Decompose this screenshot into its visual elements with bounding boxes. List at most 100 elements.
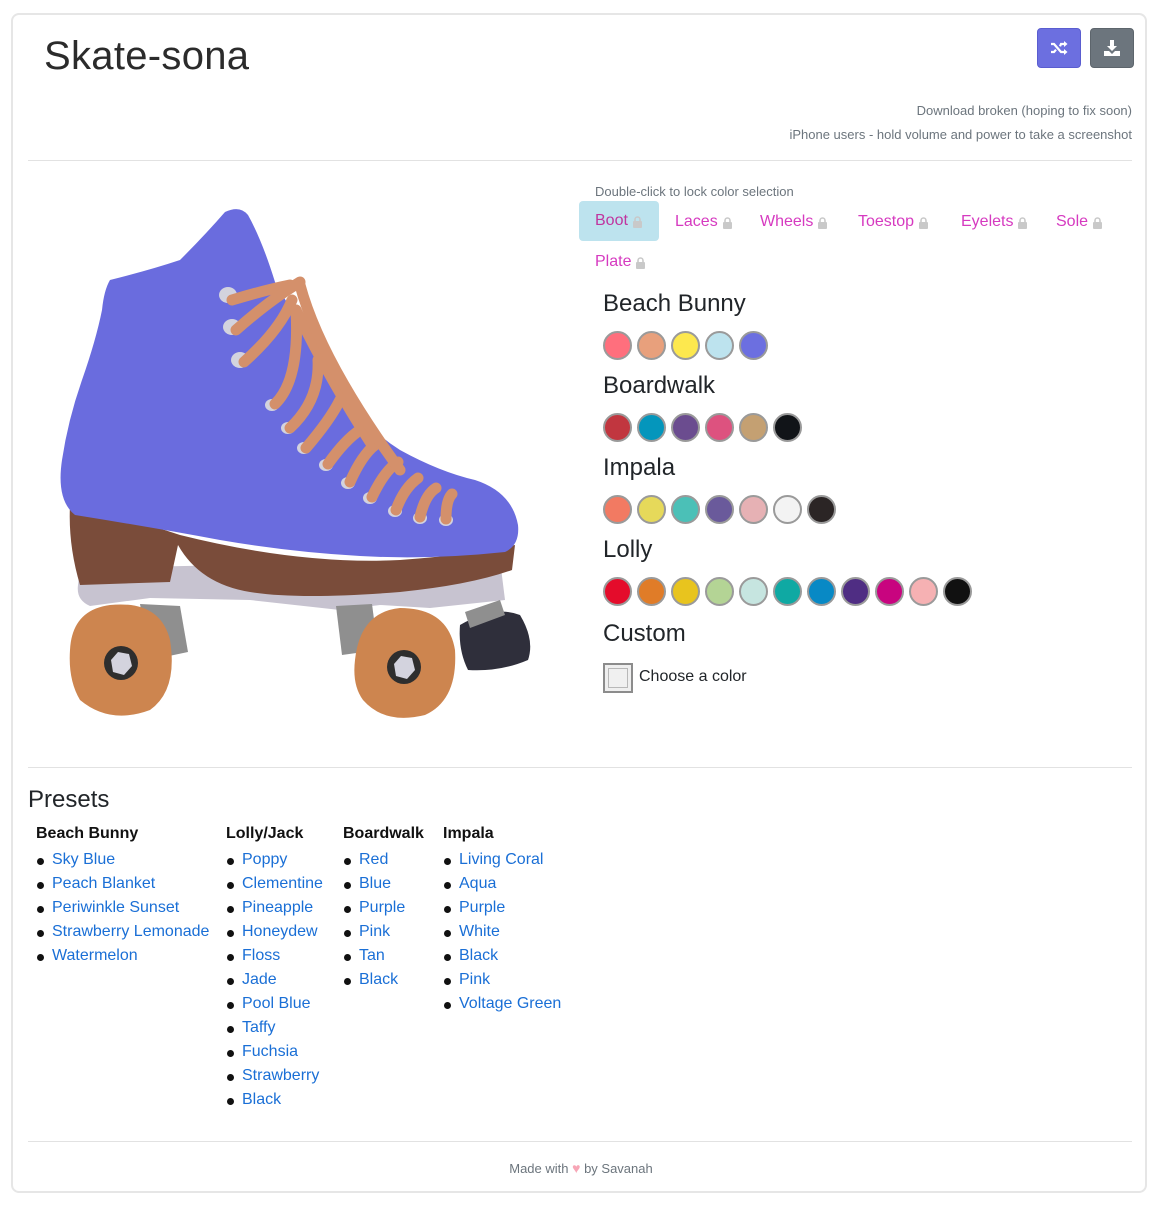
color-swatch[interactable] xyxy=(943,577,972,606)
color-swatch[interactable] xyxy=(739,413,768,442)
preset-list: Living Coral Aqua Purple White Black Pink Volt… xyxy=(443,848,561,1016)
shuffle-button[interactable] xyxy=(1037,28,1081,68)
lock-icon[interactable] xyxy=(635,256,646,269)
shuffle-icon xyxy=(1051,41,1068,55)
preset-link[interactable]: Watermelon xyxy=(52,947,138,964)
color-swatch[interactable] xyxy=(773,413,802,442)
tab-laces[interactable]: Laces xyxy=(659,203,749,241)
palette-swatches xyxy=(603,495,836,524)
palette-title: Beach Bunny xyxy=(603,290,746,317)
tab-label: Laces xyxy=(675,213,718,230)
color-swatch[interactable] xyxy=(807,495,836,524)
preset-link[interactable]: Strawberry xyxy=(242,1067,319,1084)
preset-link[interactable]: Blue xyxy=(359,875,391,892)
tab-wheels[interactable]: Wheels xyxy=(744,203,844,241)
tab-label: Toestop xyxy=(858,213,915,230)
preset-link[interactable]: Floss xyxy=(242,947,280,964)
preset-link[interactable]: Clementine xyxy=(242,875,323,892)
preset-item: Voltage Green xyxy=(443,992,561,1016)
color-swatch[interactable] xyxy=(739,495,768,524)
preset-link[interactable]: Pink xyxy=(359,923,390,940)
preset-link[interactable]: Pink xyxy=(459,971,490,988)
palette-title: Boardwalk xyxy=(603,372,716,399)
color-swatch[interactable] xyxy=(705,495,734,524)
preset-link[interactable]: Black xyxy=(459,947,498,964)
tab-toestop[interactable]: Toestop xyxy=(842,203,945,241)
color-swatch[interactable] xyxy=(739,331,768,360)
color-swatch[interactable] xyxy=(671,413,700,442)
color-swatch[interactable] xyxy=(637,495,666,524)
color-swatch[interactable] xyxy=(637,413,666,442)
preset-link[interactable]: Taffy xyxy=(242,1019,276,1036)
lock-icon[interactable] xyxy=(722,216,733,229)
color-swatch[interactable] xyxy=(705,413,734,442)
lock-hint: Double-click to lock color selection xyxy=(595,184,794,199)
lock-icon[interactable] xyxy=(1017,216,1028,229)
tab-label: Eyelets xyxy=(961,213,1014,230)
lock-icon[interactable] xyxy=(918,216,929,229)
preset-link[interactable]: Black xyxy=(242,1091,281,1108)
preset-link[interactable]: Black xyxy=(359,971,398,988)
tab-label: Sole xyxy=(1056,213,1089,230)
skate-illustration xyxy=(60,209,531,718)
preset-link[interactable]: Living Coral xyxy=(459,851,543,868)
preset-link[interactable]: Purple xyxy=(459,899,505,916)
color-swatch[interactable] xyxy=(773,495,802,524)
tab-sole[interactable]: Sole xyxy=(1040,203,1119,241)
preset-link[interactable]: Tan xyxy=(359,947,385,964)
color-swatch[interactable] xyxy=(671,577,700,606)
preset-link[interactable]: Jade xyxy=(242,971,277,988)
preset-link[interactable]: Red xyxy=(359,851,388,868)
preset-link[interactable]: Honeydew xyxy=(242,923,318,940)
color-swatch[interactable] xyxy=(603,495,632,524)
preset-link[interactable]: Poppy xyxy=(242,851,287,868)
preset-link[interactable]: Pineapple xyxy=(242,899,313,916)
color-swatch[interactable] xyxy=(705,577,734,606)
color-swatch[interactable] xyxy=(807,577,836,606)
color-swatch[interactable] xyxy=(603,413,632,442)
color-swatch[interactable] xyxy=(841,577,870,606)
heart-icon: ♥ xyxy=(572,1160,581,1176)
color-swatch[interactable] xyxy=(909,577,938,606)
preset-link[interactable]: Periwinkle Sunset xyxy=(52,899,179,916)
lock-icon[interactable] xyxy=(632,215,643,228)
color-swatch[interactable] xyxy=(705,331,734,360)
preset-column: Impala Living Coral Aqua Purple White Black Pi… xyxy=(443,824,561,1016)
preset-link[interactable]: Strawberry Lemonade xyxy=(52,923,209,940)
preset-item: Peach Blanket xyxy=(36,872,209,896)
preset-item: Pool Blue xyxy=(226,992,323,1016)
color-swatch[interactable] xyxy=(875,577,904,606)
preset-link[interactable]: Fuchsia xyxy=(242,1043,298,1060)
preset-link[interactable]: Aqua xyxy=(459,875,496,892)
preset-item: Pink xyxy=(343,920,424,944)
preset-item: Fuchsia xyxy=(226,1040,323,1064)
preset-item: Pineapple xyxy=(226,896,323,920)
preset-item: Strawberry Lemonade xyxy=(36,920,209,944)
tab-label: Boot xyxy=(595,212,628,229)
tab-eyelets[interactable]: Eyelets xyxy=(945,203,1044,241)
preset-link[interactable]: Purple xyxy=(359,899,405,916)
lock-icon[interactable] xyxy=(817,216,828,229)
preset-link[interactable]: Peach Blanket xyxy=(52,875,155,892)
color-swatch[interactable] xyxy=(773,577,802,606)
palette-swatches xyxy=(603,577,972,606)
tab-boot[interactable]: Boot xyxy=(579,201,659,241)
color-swatch[interactable] xyxy=(603,577,632,606)
footer: Made with ♥ by Savanah xyxy=(0,1160,1162,1176)
preset-link[interactable]: Sky Blue xyxy=(52,851,115,868)
footer-author: by Savanah xyxy=(584,1161,653,1176)
lock-icon[interactable] xyxy=(1092,216,1103,229)
color-swatch[interactable] xyxy=(603,331,632,360)
download-button[interactable] xyxy=(1090,28,1134,68)
preset-link[interactable]: Pool Blue xyxy=(242,995,311,1012)
preset-link[interactable]: White xyxy=(459,923,500,940)
tab-plate[interactable]: Plate xyxy=(579,243,662,281)
color-swatch[interactable] xyxy=(671,495,700,524)
custom-color-picker[interactable] xyxy=(603,663,633,693)
palette-title: Impala xyxy=(603,454,676,481)
color-swatch[interactable] xyxy=(637,577,666,606)
color-swatch[interactable] xyxy=(671,331,700,360)
color-swatch[interactable] xyxy=(637,331,666,360)
color-swatch[interactable] xyxy=(739,577,768,606)
preset-link[interactable]: Voltage Green xyxy=(459,995,561,1012)
